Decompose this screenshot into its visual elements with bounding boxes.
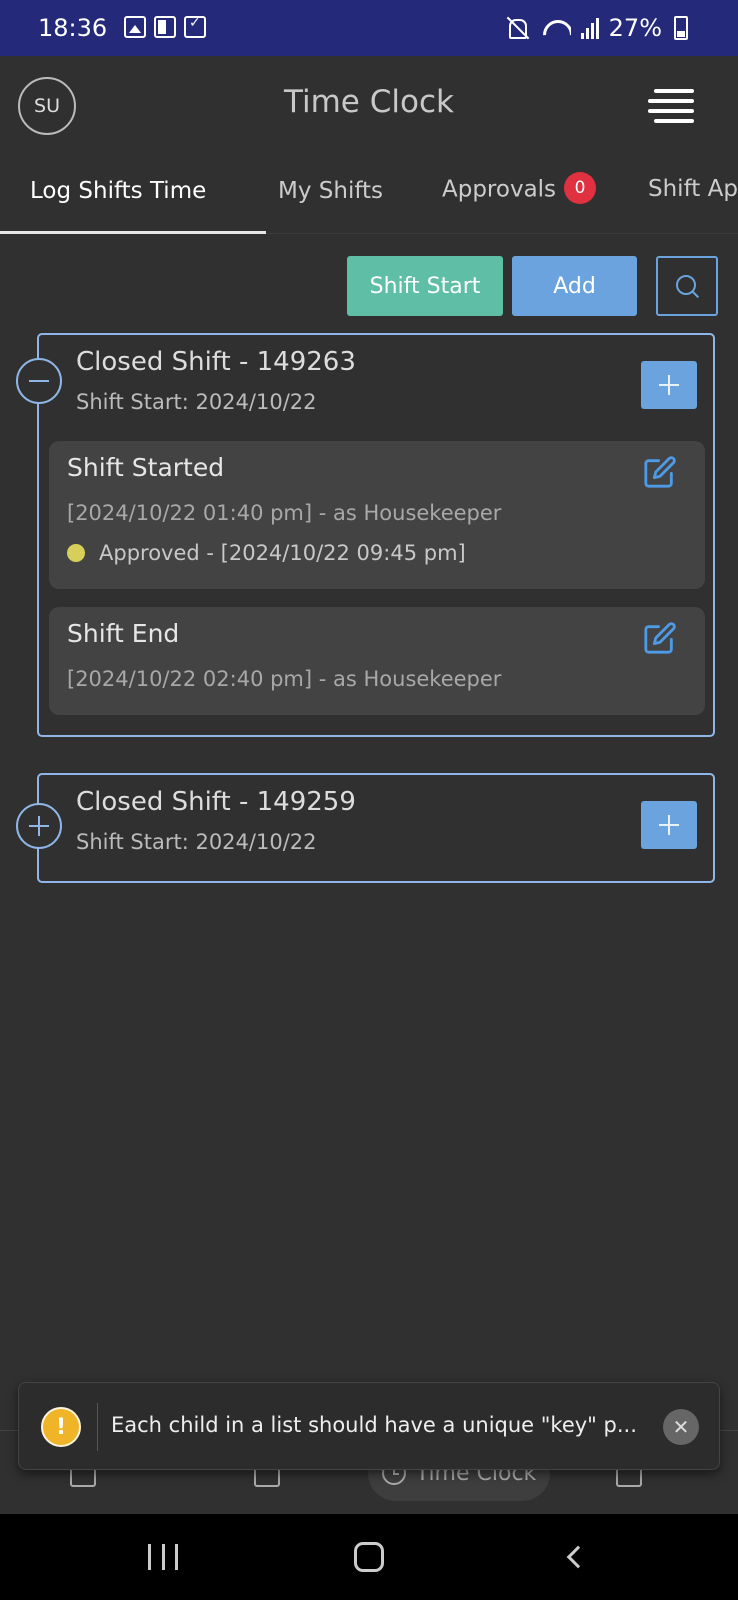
toast-divider: [97, 1403, 98, 1451]
back-icon[interactable]: [566, 1545, 590, 1569]
search-icon: [674, 273, 700, 299]
search-button[interactable]: [656, 256, 718, 316]
warning-icon: !: [41, 1407, 81, 1447]
tab-approvals[interactable]: Approvals 0: [442, 172, 597, 206]
add-button[interactable]: Add: [512, 256, 637, 316]
status-bar: 18:36 27%: [0, 0, 738, 56]
shift-start-button[interactable]: Shift Start: [347, 256, 503, 316]
image-icon: [124, 16, 146, 38]
battery-charging-icon: [674, 16, 688, 40]
add-event-button[interactable]: [641, 801, 697, 849]
approvals-count-badge: 0: [564, 172, 597, 204]
shift-event: Shift Started [2024/10/22 01:40 pm] - as…: [49, 441, 705, 589]
shift-card: Closed Shift - 149263 Shift Start: 2024/…: [16, 333, 715, 737]
toast-message: Each child in a list should have a uniqu…: [111, 1413, 637, 1437]
event-title: Shift Started: [67, 453, 225, 482]
mute-icon: [505, 15, 531, 41]
collapse-minus-icon[interactable]: [16, 358, 62, 404]
event-detail: [2024/10/22 02:40 pm] - as Housekeeper: [67, 667, 502, 691]
event-title: Shift End: [67, 619, 180, 648]
home-icon[interactable]: [354, 1542, 384, 1572]
battery-percent: 27%: [608, 14, 662, 42]
card-icon: [154, 16, 176, 38]
shift-start-date: Shift Start: 2024/10/22: [76, 830, 317, 854]
status-time: 18:36: [38, 14, 108, 42]
tab-log-shifts-time[interactable]: Log Shifts Time: [30, 178, 206, 204]
active-tab-indicator: [0, 231, 266, 234]
event-status-text: Approved - [2024/10/22 09:45 pm]: [99, 541, 466, 565]
shift-event: Shift End [2024/10/22 02:40 pm] - as Hou…: [49, 607, 705, 715]
shift-title: Closed Shift - 149259: [76, 787, 356, 817]
close-icon[interactable]: ✕: [663, 1409, 699, 1445]
app-bar: SU Time Clock: [0, 56, 738, 156]
tab-approvals-label: Approvals: [442, 176, 557, 203]
edit-icon[interactable]: [643, 455, 677, 489]
event-status: Approved - [2024/10/22 09:45 pm]: [67, 541, 466, 565]
warning-toast[interactable]: ! Each child in a list should have a uni…: [18, 1382, 720, 1470]
tab-bar: Log Shifts Time My Shifts Approvals 0 Shi…: [0, 156, 738, 234]
shift-title: Closed Shift - 149263: [76, 347, 356, 377]
edit-icon[interactable]: [643, 621, 677, 655]
tab-my-shifts[interactable]: My Shifts: [278, 178, 383, 204]
signal-icon: [580, 17, 599, 39]
add-event-button[interactable]: [641, 361, 697, 409]
event-detail: [2024/10/22 01:40 pm] - as Housekeeper: [67, 501, 502, 525]
status-dot-icon: [67, 544, 85, 562]
tab-shift-approvals[interactable]: Shift Ap: [648, 176, 738, 202]
system-icons: 27%: [505, 14, 688, 42]
expand-plus-icon[interactable]: [16, 803, 62, 849]
wifi-icon: [541, 16, 571, 40]
task-check-icon: [184, 15, 206, 38]
shift-card: Closed Shift - 149259 Shift Start: 2024/…: [16, 773, 715, 883]
recents-icon[interactable]: [148, 1544, 178, 1570]
notification-icons: [124, 15, 206, 38]
system-nav-bar: [0, 1514, 738, 1600]
hamburger-menu-icon[interactable]: [646, 89, 694, 125]
shift-start-date: Shift Start: 2024/10/22: [76, 390, 317, 414]
page-title: Time Clock: [284, 84, 454, 120]
